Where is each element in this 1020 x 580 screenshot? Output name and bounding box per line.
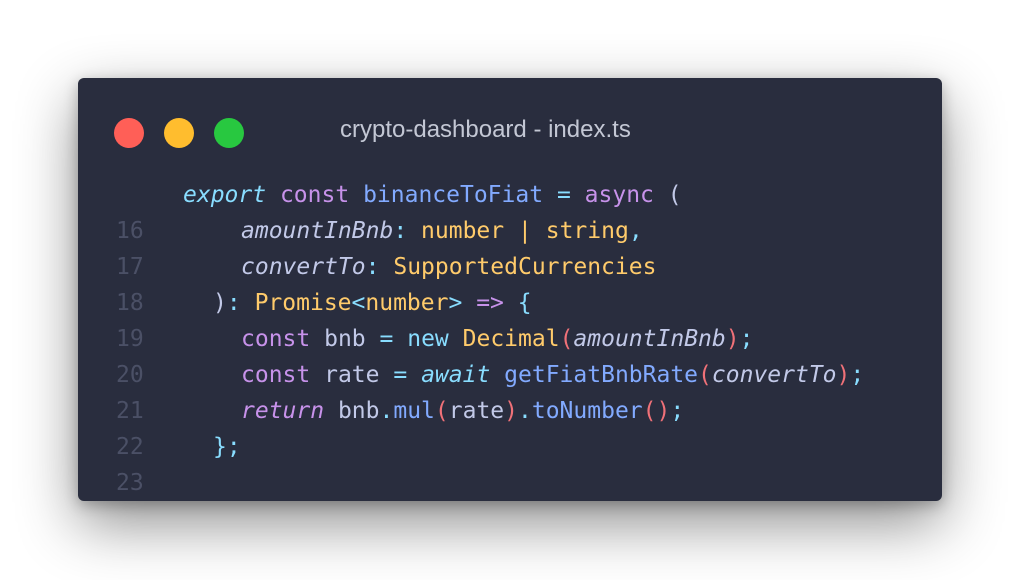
line-code: }; xyxy=(213,434,241,460)
code-line: 17 amountInBnb: number | string, xyxy=(78,213,942,280)
minimize-button[interactable] xyxy=(164,118,194,148)
code-editor[interactable]: 16 export const binanceToFiat = async ( … xyxy=(78,177,942,496)
line-code: amountInBnb: number | string, xyxy=(241,218,643,244)
code-line: 21 const rate = await getFiatBnbRate(con… xyxy=(78,357,942,424)
line-code: const bnb = new Decimal(amountInBnb); xyxy=(241,326,754,352)
code-line: 20 const bnb = new Decimal(amountInBnb); xyxy=(78,321,942,388)
code-line: 19 ): Promise<number> => { xyxy=(78,285,942,352)
maximize-button[interactable] xyxy=(214,118,244,148)
line-code: export const binanceToFiat = async ( xyxy=(183,182,682,208)
line-code: ): Promise<number> => { xyxy=(213,290,532,316)
line-code: convertTo: SupportedCurrencies xyxy=(241,254,657,280)
code-line: 22 return bnb.mul(rate).toNumber(); xyxy=(78,393,942,460)
code-line: 23 }; xyxy=(78,429,942,496)
line-number: 23 xyxy=(116,470,144,496)
title-bar: crypto-dashboard - index.ts xyxy=(78,78,942,178)
line-code: const rate = await getFiatBnbRate(conver… xyxy=(241,362,865,388)
code-line: 18 convertTo: SupportedCurrencies xyxy=(78,249,942,316)
window-title: crypto-dashboard - index.ts xyxy=(340,116,631,143)
close-button[interactable] xyxy=(114,118,144,148)
code-window: crypto-dashboard - index.ts 16 export co… xyxy=(78,78,942,501)
line-code: return bnb.mul(rate).toNumber(); xyxy=(241,398,685,424)
code-line: 16 export const binanceToFiat = async ( xyxy=(78,177,942,244)
